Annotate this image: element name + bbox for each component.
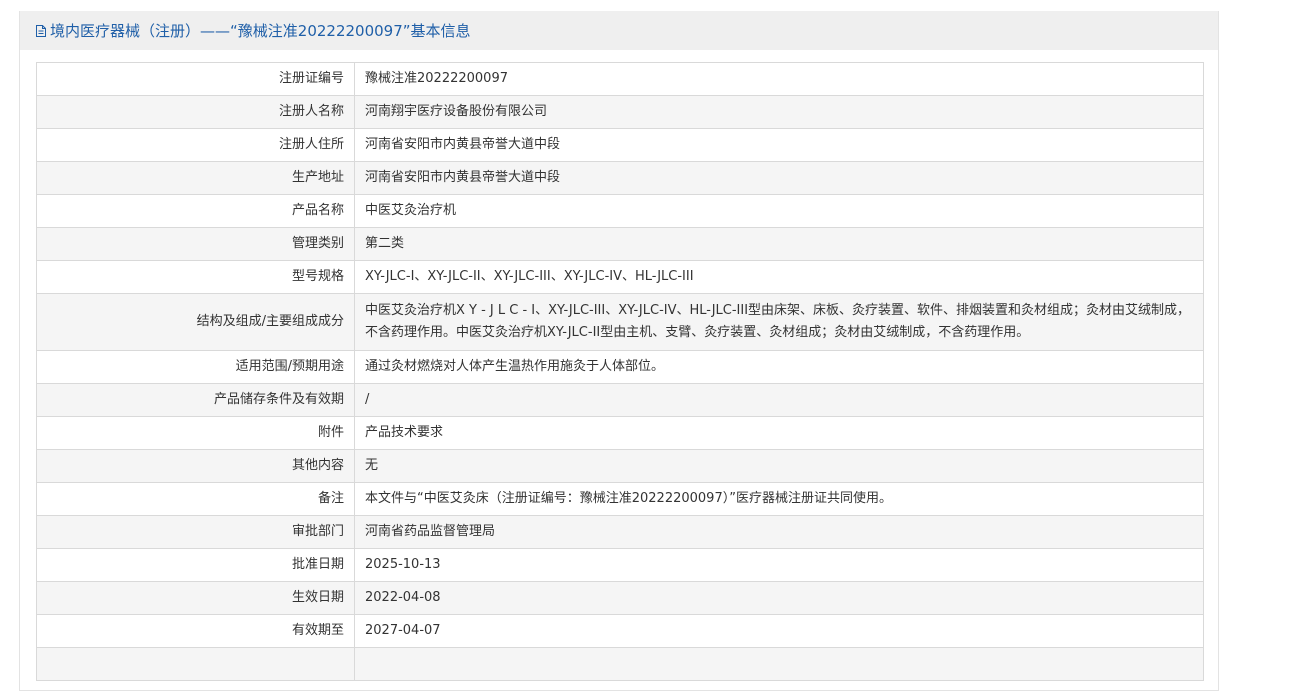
field-value: XY-JLC-I、XY-JLC-II、XY-JLC-III、XY-JLC-IV、…	[354, 260, 1204, 294]
field-label: 注册人名称	[36, 95, 355, 129]
table-row: 注册证编号 豫械注准20222200097	[36, 62, 1204, 96]
panel-header: 境内医疗器械（注册）——“豫械注准20222200097”基本信息	[20, 11, 1218, 50]
field-label: 附件	[36, 416, 355, 450]
table-row: 结构及组成/主要组成成分 中医艾灸治疗机X Y - J L C - I、XY-JL…	[36, 293, 1204, 351]
table-row: 管理类别 第二类	[36, 227, 1204, 261]
table-row: 备注 本文件与“中医艾灸床（注册证编号：豫械注准20222200097）”医疗器械…	[36, 482, 1204, 516]
field-value: 第二类	[354, 227, 1204, 261]
table-row: 生产地址 河南省安阳市内黄县帝誉大道中段	[36, 161, 1204, 195]
field-value: 河南省安阳市内黄县帝誉大道中段	[354, 128, 1204, 162]
field-value: 2025-10-13	[354, 548, 1204, 582]
field-label: 产品名称	[36, 194, 355, 228]
info-table: 注册证编号 豫械注准20222200097 注册人名称 河南翔宇医疗设备股份有限公司注…	[36, 62, 1204, 681]
field-value: 产品技术要求	[354, 416, 1204, 450]
field-label: 产品储存条件及有效期	[36, 383, 355, 417]
field-label: 管理类别	[36, 227, 355, 261]
table-row: 审批部门 河南省药品监督管理局	[36, 515, 1204, 549]
table-row: 生效日期 2022-04-08	[36, 581, 1204, 615]
table-row: 批准日期 2025-10-13	[36, 548, 1204, 582]
field-value: /	[354, 383, 1204, 417]
field-value: 河南省药品监督管理局	[354, 515, 1204, 549]
field-label: 备注	[36, 482, 355, 516]
table-row	[36, 647, 1204, 681]
table-row: 有效期至 2027-04-07	[36, 614, 1204, 648]
field-value	[354, 647, 1204, 681]
document-icon	[36, 24, 46, 37]
field-value: 2027-04-07	[354, 614, 1204, 648]
field-value: 河南翔宇医疗设备股份有限公司	[354, 95, 1204, 129]
field-label	[36, 647, 355, 681]
field-value: 2022-04-08	[354, 581, 1204, 615]
field-value: 本文件与“中医艾灸床（注册证编号：豫械注准20222200097）”医疗器械注册…	[354, 482, 1204, 516]
field-label: 型号规格	[36, 260, 355, 294]
field-value: 通过灸材燃烧对人体产生温热作用施灸于人体部位。	[354, 350, 1204, 384]
table-row: 产品储存条件及有效期 /	[36, 383, 1204, 417]
field-value: 中医艾灸治疗机X Y - J L C - I、XY-JLC-III、XY-JLC…	[354, 293, 1204, 351]
field-label: 有效期至	[36, 614, 355, 648]
table-row: 产品名称 中医艾灸治疗机	[36, 194, 1204, 228]
field-label: 生产地址	[36, 161, 355, 195]
field-label: 其他内容	[36, 449, 355, 483]
field-value: 无	[354, 449, 1204, 483]
field-value: 河南省安阳市内黄县帝誉大道中段	[354, 161, 1204, 195]
table-row: 附件 产品技术要求	[36, 416, 1204, 450]
table-row: 型号规格 XY-JLC-I、XY-JLC-II、XY-JLC-III、XY-JLC…	[36, 260, 1204, 294]
field-label: 生效日期	[36, 581, 355, 615]
field-label: 结构及组成/主要组成成分	[36, 293, 355, 351]
field-label: 注册人住所	[36, 128, 355, 162]
field-label: 适用范围/预期用途	[36, 350, 355, 384]
table-row: 注册人住所 河南省安阳市内黄县帝誉大道中段	[36, 128, 1204, 162]
field-label: 注册证编号	[36, 62, 355, 96]
field-value: 中医艾灸治疗机	[354, 194, 1204, 228]
field-label: 审批部门	[36, 515, 355, 549]
table-row: 注册人名称 河南翔宇医疗设备股份有限公司	[36, 95, 1204, 129]
table-row: 其他内容无	[36, 449, 1204, 483]
field-label: 批准日期	[36, 548, 355, 582]
table-row: 适用范围/预期用途 通过灸材燃烧对人体产生温热作用施灸于人体部位。	[36, 350, 1204, 384]
field-value: 豫械注准20222200097	[354, 62, 1204, 96]
info-panel: 境内医疗器械（注册）——“豫械注准20222200097”基本信息 注册证编号豫…	[19, 11, 1219, 691]
page-title: 境内医疗器械（注册）——“豫械注准20222200097”基本信息	[50, 22, 471, 40]
